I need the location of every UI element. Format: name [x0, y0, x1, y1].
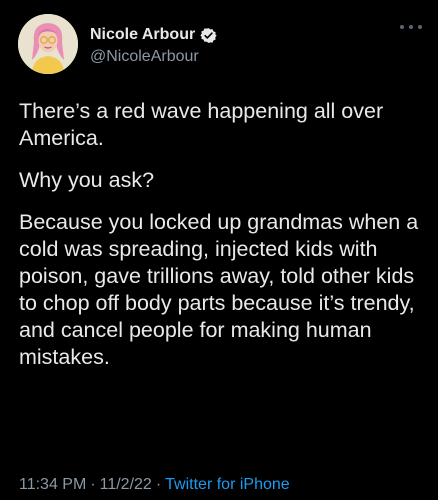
separator: ·	[155, 476, 162, 493]
tweet-paragraph: Why you ask?	[19, 168, 155, 192]
verified-badge-icon	[200, 27, 217, 44]
avatar[interactable]	[18, 14, 78, 74]
tweet-paragraph: Because you locked up grandmas when a co…	[19, 210, 419, 369]
tweet-header: Nicole Arbour @NicoleArbour	[18, 14, 422, 78]
tweet-metadata: 11:34 PM · 11/2/22 · Twitter for iPhone	[19, 476, 290, 494]
more-options-icon[interactable]	[400, 20, 422, 34]
handle[interactable]: @NicoleArbour	[90, 48, 217, 66]
tweet: Nicole Arbour @NicoleArbour There’s a re…	[0, 0, 438, 500]
tweet-date[interactable]: 11/2/22	[100, 476, 152, 493]
tweet-paragraph: There’s a red wave happening all over Am…	[19, 99, 384, 150]
separator: ·	[90, 476, 96, 493]
display-name[interactable]: Nicole Arbour	[90, 26, 195, 44]
author-names: Nicole Arbour @NicoleArbour	[90, 24, 217, 66]
tweet-body: There’s a red wave happening all over Am…	[19, 98, 419, 371]
tweet-source-link[interactable]: Twitter for iPhone	[165, 476, 290, 493]
tweet-time[interactable]: 11:34 PM	[19, 476, 86, 493]
